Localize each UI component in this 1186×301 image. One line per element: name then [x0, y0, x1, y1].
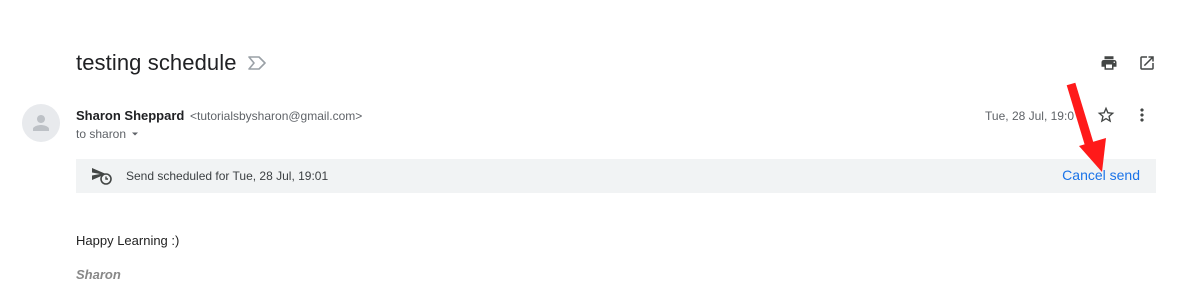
email-subject: testing schedule	[76, 50, 237, 75]
print-icon[interactable]	[1100, 54, 1118, 72]
schedule-status-text: Send scheduled for Tue, 28 Jul, 19:01	[126, 169, 329, 183]
scheduled-send-bar: Send scheduled for Tue, 28 Jul, 19:01 Ca…	[76, 159, 1156, 193]
sender-name[interactable]: Sharon Sheppard	[76, 108, 184, 123]
label-important-icon[interactable]	[247, 56, 267, 70]
sender-line: Sharon Sheppard <tutorialsbysharon@gmail…	[76, 108, 362, 123]
star-icon[interactable]	[1096, 105, 1116, 125]
recipient-details-toggle[interactable]: to sharon	[76, 127, 140, 141]
email-signature: Sharon	[76, 267, 121, 282]
more-vert-icon[interactable]	[1132, 105, 1152, 125]
sender-email: <tutorialsbysharon@gmail.com>	[189, 109, 363, 123]
avatar-person-icon	[33, 115, 49, 131]
caret-down-icon[interactable]	[130, 129, 140, 139]
subject-row: testing schedule	[76, 50, 267, 76]
top-actions	[1100, 54, 1156, 72]
email-date: Tue, 28 Jul, 19:0	[985, 109, 1074, 123]
sender-avatar[interactable]	[22, 104, 60, 142]
open-in-new-window-icon[interactable]	[1138, 54, 1156, 72]
recipient-text: to sharon	[76, 127, 127, 141]
email-body: Happy Learning :)	[76, 233, 180, 248]
cancel-send-button[interactable]: Cancel send	[1062, 167, 1140, 183]
scheduled-send-icon	[91, 166, 113, 191]
